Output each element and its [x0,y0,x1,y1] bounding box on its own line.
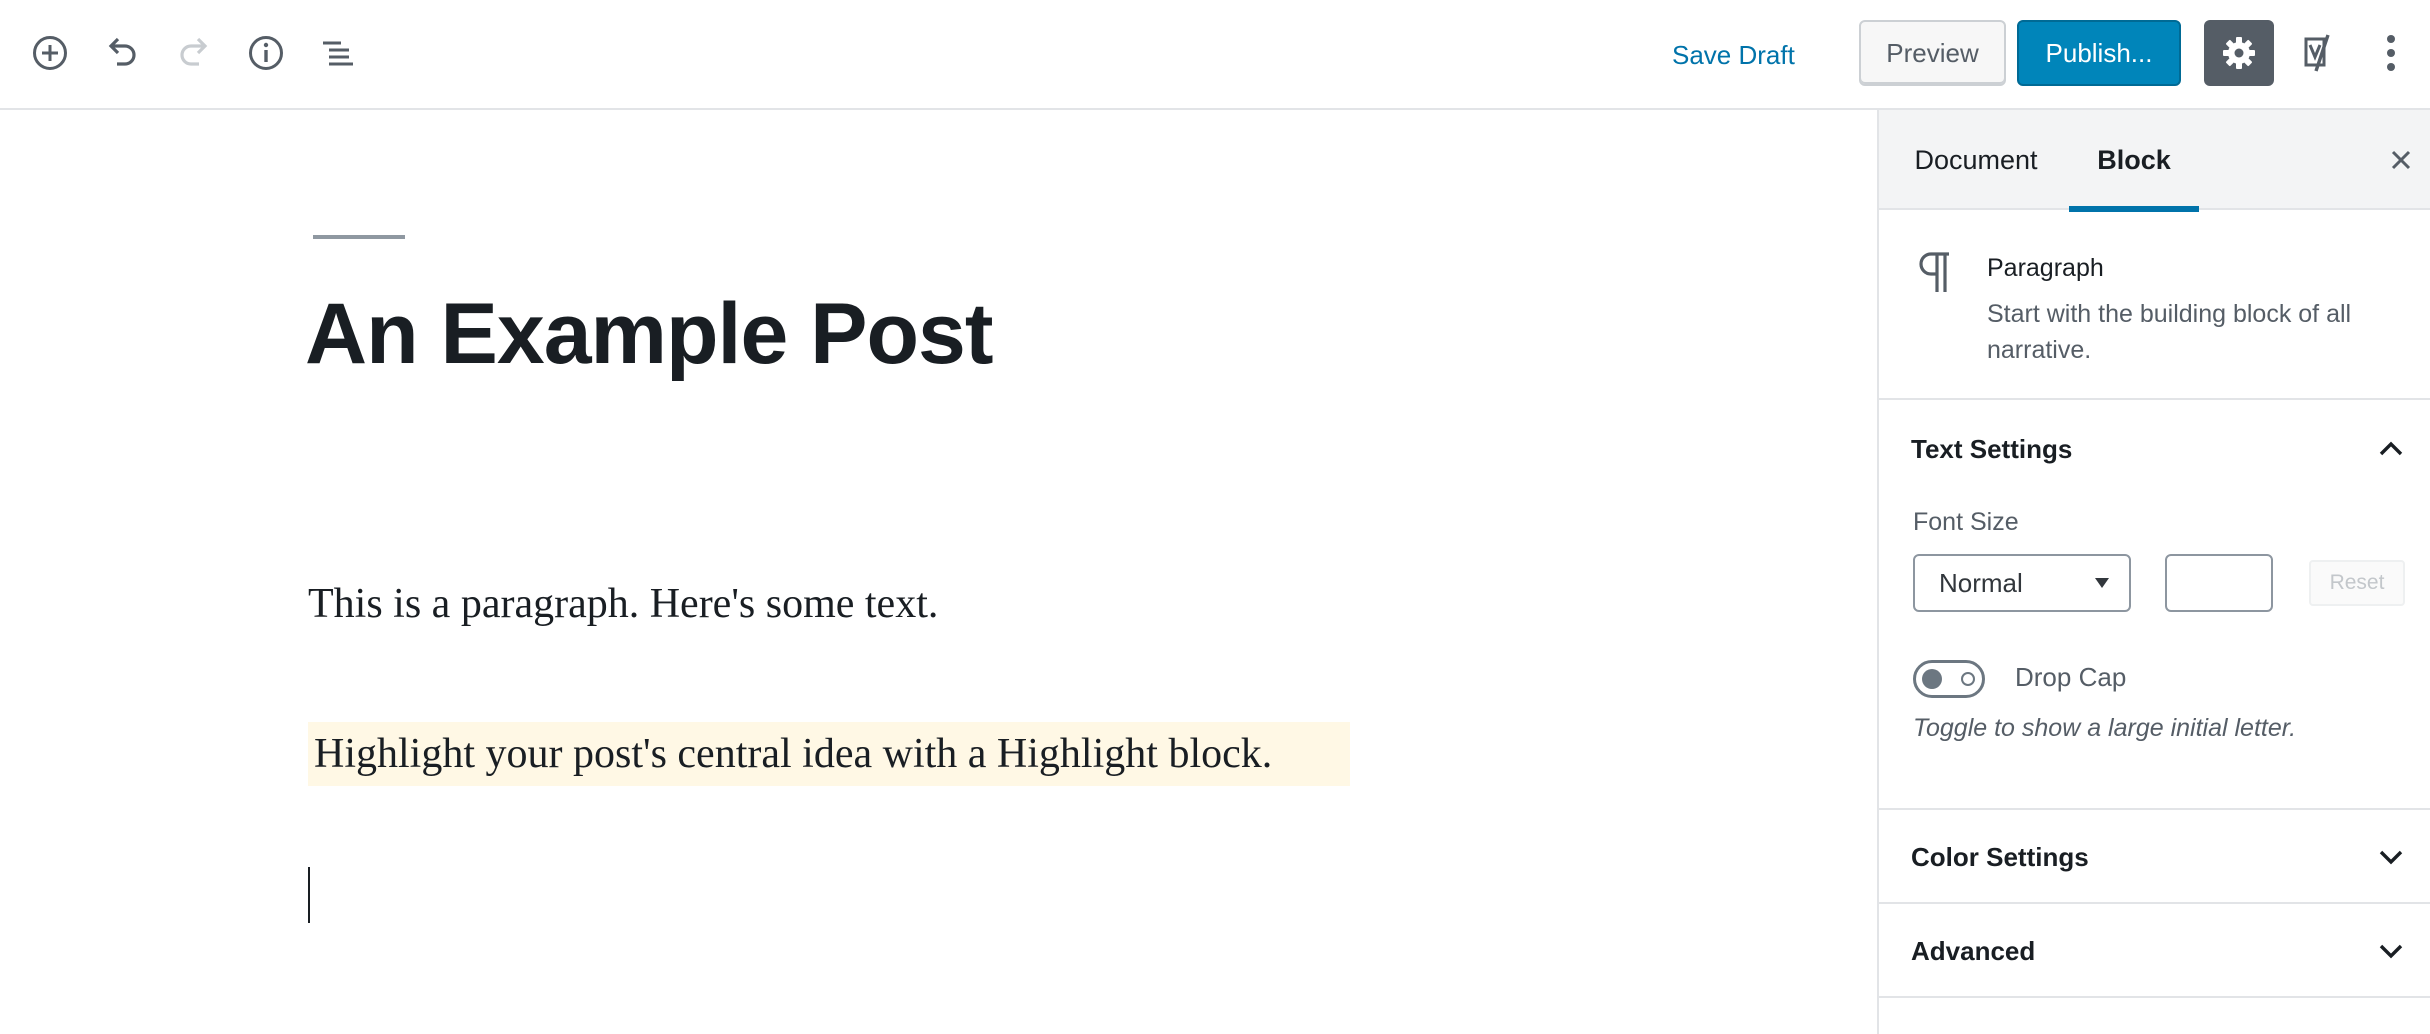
save-draft-button[interactable]: Save Draft [1672,30,1795,80]
paragraph-block[interactable]: This is a paragraph. Here's some text. [308,580,938,628]
more-menu-button[interactable] [2366,20,2416,86]
chevron-up-icon[interactable] [2374,432,2408,466]
preview-button[interactable]: Preview [1859,20,2006,86]
post-title[interactable]: An Example Post [305,285,994,384]
font-size-label: Font Size [1913,508,2019,536]
close-icon [2391,150,2411,170]
advanced-panel[interactable]: Advanced [1879,904,2430,998]
toggle-off-indicator [1961,672,1975,686]
vertical-dots-icon [2387,35,2395,71]
chevron-down-icon[interactable] [2374,934,2408,968]
font-size-select[interactable]: Normal [1913,554,2131,612]
block-card-title: Paragraph [1987,254,2104,282]
paragraph-icon [1917,250,1953,299]
close-sidebar-button[interactable] [2379,138,2423,182]
sidebar-tabs: Document Block [1879,110,2430,212]
color-settings-panel[interactable]: Color Settings [1879,810,2430,904]
highlight-block[interactable]: Highlight your post's central idea with … [308,722,1350,786]
list-outline-icon[interactable] [310,22,366,84]
text-settings-header[interactable]: Text Settings [1911,402,2072,496]
color-settings-header[interactable]: Color Settings [1911,810,2089,904]
redo-icon[interactable] [166,22,222,84]
text-settings-panel: Text Settings Font Size Normal Reset Dro… [1879,402,2430,810]
add-block-icon[interactable] [22,22,78,84]
info-icon[interactable] [238,22,294,84]
yoast-icon [2304,34,2330,72]
font-size-select-value: Normal [1939,567,2023,598]
block-card: Paragraph Start with the building block … [1879,210,2430,400]
block-card-description: Start with the building block of all nar… [1987,300,2352,364]
title-separator [313,235,405,239]
tab-block[interactable]: Block [2069,110,2199,212]
tab-document[interactable]: Document [1911,110,2041,210]
chevron-down-icon[interactable] [2374,840,2408,874]
custom-font-size-input[interactable] [2165,554,2273,612]
settings-sidebar: Document Block Paragraph Start with the … [1877,110,2430,1034]
drop-cap-help-text: Toggle to show a large initial letter. [1913,714,2297,742]
advanced-header[interactable]: Advanced [1911,904,2035,998]
reset-button[interactable]: Reset [2309,560,2405,606]
settings-toggle-button[interactable] [2204,20,2274,86]
undo-icon[interactable] [94,22,150,84]
drop-cap-label: Drop Cap [2015,662,2127,692]
publish-button[interactable]: Publish... [2017,20,2181,86]
editor-canvas: An Example Post This is a paragraph. Her… [0,110,1877,1034]
yoast-button[interactable] [2290,20,2350,86]
drop-cap-toggle[interactable] [1913,660,1985,698]
gear-icon [2223,37,2255,69]
text-cursor [308,867,310,923]
toggle-knob [1922,669,1942,689]
dropdown-arrow-icon [2095,578,2109,588]
editor-header-toolbar: Save Draft Preview Publish... [0,0,2430,110]
